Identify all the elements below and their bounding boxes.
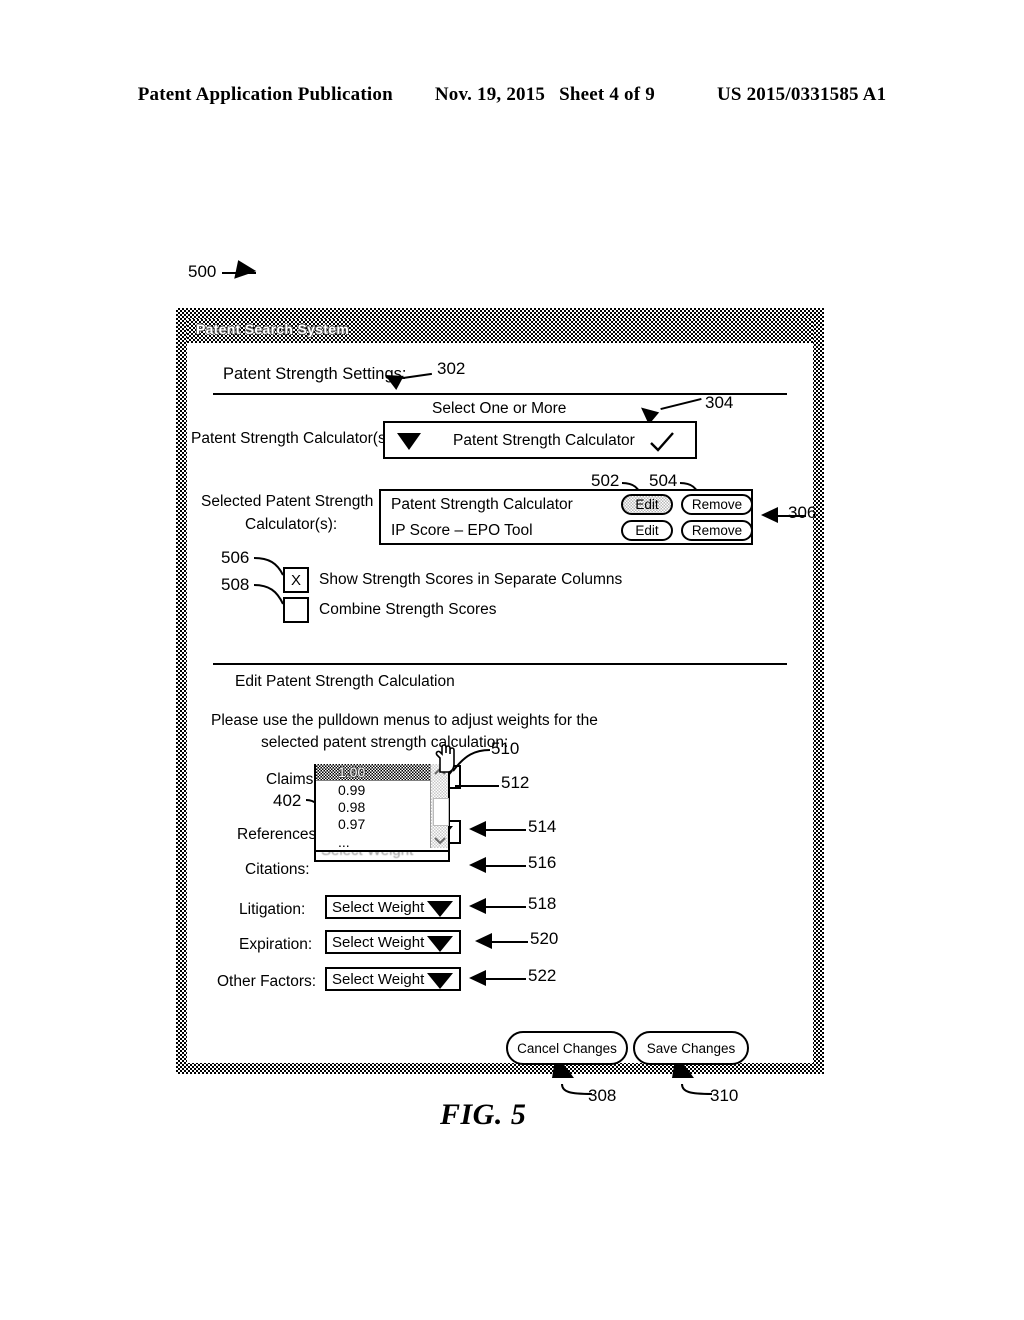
patent-page-header: Patent Application Publication Nov. 19, … xyxy=(0,84,1024,106)
remove-button[interactable]: Remove xyxy=(681,494,753,515)
chevron-down-icon[interactable] xyxy=(427,936,453,952)
window-client-area: Patent Strength Settings: 302 Select One… xyxy=(187,343,817,1065)
ref-506: 506 xyxy=(221,548,250,567)
weight-select-expiration[interactable]: Select Weight xyxy=(325,930,461,954)
ref-522-line xyxy=(486,978,526,980)
publication-date: Nov. 19, 2015 xyxy=(434,84,546,105)
calculator-select-above-label: Select One or More xyxy=(432,400,567,417)
ref-304: 304 xyxy=(705,393,734,412)
weight-label-citations: Citations: xyxy=(245,861,310,878)
settings-divider xyxy=(213,393,787,395)
save-changes-button[interactable]: Save Changes xyxy=(633,1031,749,1065)
edit-section-divider xyxy=(213,663,787,665)
ref-514: 514 xyxy=(528,817,557,836)
weight-label-expiration: Expiration: xyxy=(239,936,313,953)
ref-522: 522 xyxy=(528,966,557,985)
window-titlebar: Patent Search System xyxy=(187,319,813,343)
ref-514-arrow xyxy=(469,821,486,837)
weight-value-litigation: Select Weight xyxy=(332,898,425,916)
ref-306: 306 xyxy=(788,503,817,522)
weight-label-litigation: Litigation: xyxy=(239,901,306,918)
scrollbar-thumb[interactable] xyxy=(433,798,449,826)
edit-button[interactable]: Edit xyxy=(621,520,673,541)
weight-label-claims: Claims: xyxy=(266,771,318,788)
patent-number: US 2015/0331585 A1 xyxy=(716,84,887,105)
ref-504: 504 xyxy=(649,471,678,490)
ref-402: 402 xyxy=(273,791,302,810)
checkbox-combine-scores-label: Combine Strength Scores xyxy=(319,601,497,618)
ref-520-arrow xyxy=(475,933,492,949)
weight-value-other-factors: Select Weight xyxy=(332,970,425,988)
chevron-down-icon[interactable] xyxy=(433,836,447,846)
ref-516-line xyxy=(486,865,526,867)
ref-302-line xyxy=(402,372,432,380)
ref-302: 302 xyxy=(437,359,466,378)
ref-514-line xyxy=(486,829,526,831)
weight-label-references: References: xyxy=(237,826,321,843)
ref-512-line xyxy=(455,785,499,787)
ref-308: 308 xyxy=(588,1086,617,1105)
selected-calculators-label-line1: Selected Patent Strength xyxy=(201,493,374,510)
ref-518-arrow xyxy=(469,898,486,914)
checkbox-show-separate-columns-label: Show Strength Scores in Separate Columns xyxy=(319,571,623,588)
weight-select-other-factors[interactable]: Select Weight xyxy=(325,967,461,991)
checkmark-icon xyxy=(650,432,674,452)
weight-value-expiration: Select Weight xyxy=(332,933,425,951)
calculator-select-dropdown[interactable]: Patent Strength Calculator xyxy=(383,421,697,459)
ref-502: 502 xyxy=(591,471,620,490)
ref-508: 508 xyxy=(221,575,250,594)
selected-calculator-name: Patent Strength Calculator xyxy=(391,496,573,513)
figure-lead-500-arrow xyxy=(234,260,258,283)
window-inner: Patent Search System Patent Strength Set… xyxy=(187,319,817,1065)
application-window: Patent Search System Patent Strength Set… xyxy=(176,308,824,1074)
window-title: Patent Search System xyxy=(196,321,350,337)
chevron-down-icon[interactable] xyxy=(427,901,453,917)
edit-button[interactable]: Edit xyxy=(621,494,673,515)
publication-label: Patent Application Publication xyxy=(137,84,393,105)
ref-310: 310 xyxy=(710,1086,739,1105)
ref-520: 520 xyxy=(530,929,559,948)
cursor-hand-icon xyxy=(435,744,455,773)
edit-section-heading: Edit Patent Strength Calculation xyxy=(235,673,455,690)
dropdown-scrollbar[interactable] xyxy=(430,764,449,848)
dropdown-option[interactable]: 0.99 xyxy=(316,782,430,799)
ref-512: 512 xyxy=(501,773,530,792)
cancel-changes-button[interactable]: Cancel Changes xyxy=(506,1031,628,1065)
calculator-select-row-label: Patent Strength Calculator(s): xyxy=(191,430,396,447)
chevron-down-icon[interactable] xyxy=(397,433,421,450)
ref-518-line xyxy=(486,906,526,908)
checkbox-combine-scores[interactable] xyxy=(283,597,309,623)
ref-522-arrow xyxy=(469,970,486,986)
edit-section-instruction-line1: Please use the pulldown menus to adjust … xyxy=(211,712,598,729)
selected-calculator-name: IP Score – EPO Tool xyxy=(391,522,533,539)
ref-304-line xyxy=(660,397,702,411)
selected-calculators-list: Patent Strength Calculator Edit Remove I… xyxy=(379,489,753,545)
ref-516: 516 xyxy=(528,853,557,872)
ref-520-line xyxy=(492,941,528,943)
weight-dropdown-list[interactable]: 1.00 0.99 0.98 0.97 ... xyxy=(314,764,450,852)
figure-caption: FIG. 5 xyxy=(440,1098,527,1131)
dropdown-option[interactable]: 1.00 xyxy=(316,764,430,781)
chevron-down-icon[interactable] xyxy=(427,973,453,989)
calculator-select-value: Patent Strength Calculator xyxy=(453,432,635,449)
sheet-number: Sheet 4 of 9 xyxy=(559,84,655,105)
ref-510: 510 xyxy=(491,739,520,758)
dropdown-option[interactable]: 0.97 xyxy=(316,816,430,833)
ref-518: 518 xyxy=(528,894,557,913)
selected-calculators-label-line2: Calculator(s): xyxy=(245,516,338,533)
weight-label-other-factors: Other Factors: xyxy=(217,973,317,990)
dropdown-option[interactable]: 0.98 xyxy=(316,799,430,816)
dropdown-option[interactable]: ... xyxy=(316,834,430,851)
remove-button[interactable]: Remove xyxy=(681,520,753,541)
ref-306-arrow xyxy=(761,507,778,523)
ref-516-arrow xyxy=(469,857,486,873)
settings-heading: Patent Strength Settings: xyxy=(223,365,407,383)
weight-select-litigation[interactable]: Select Weight xyxy=(325,895,461,919)
figure-lead-500: 500 xyxy=(188,262,217,281)
